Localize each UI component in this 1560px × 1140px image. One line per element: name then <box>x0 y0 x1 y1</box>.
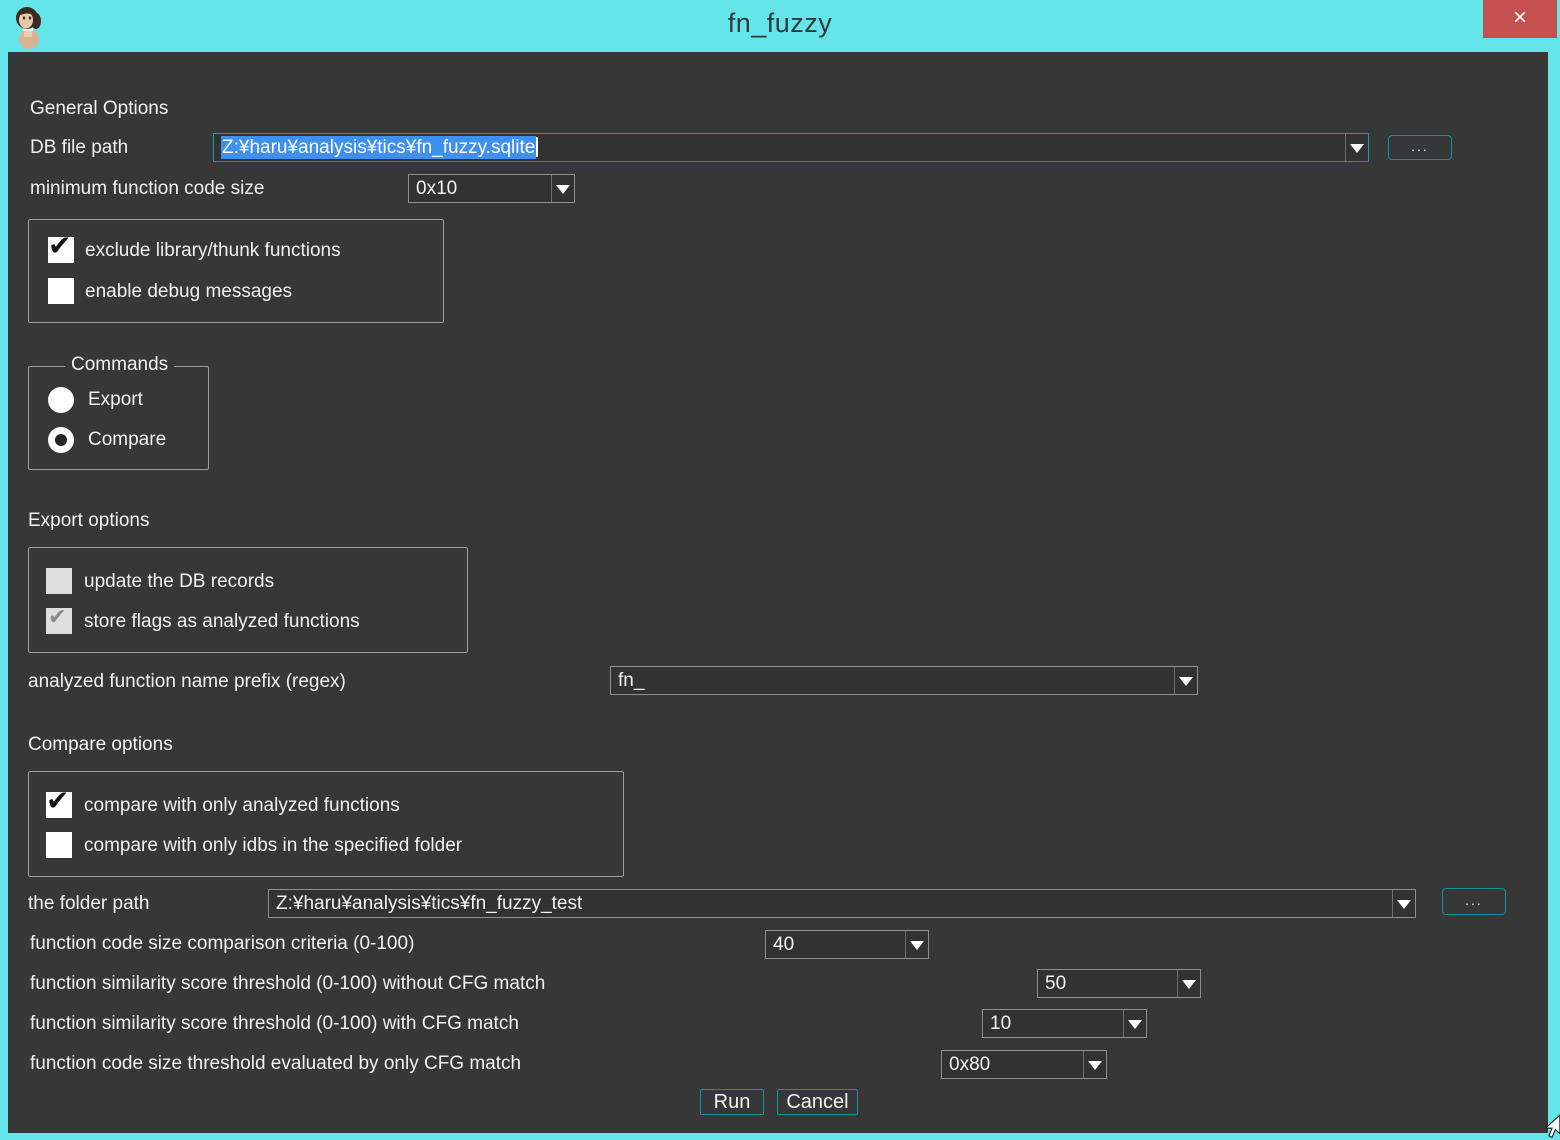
code-size-criteria-combobox[interactable]: 40 <box>765 930 929 959</box>
compare-idbs-label[interactable]: compare with only idbs in the specified … <box>84 835 462 857</box>
exclude-library-checkbox[interactable]: ✔ <box>48 237 74 263</box>
check-icon: ✔ <box>46 784 69 817</box>
size-threshold-cfg-label: function code size threshold evaluated b… <box>30 1053 521 1075</box>
check-icon: ✔ <box>48 605 66 630</box>
enable-debug-checkbox[interactable]: ✔ <box>48 278 74 304</box>
general-options-heading: General Options <box>30 98 168 120</box>
store-flags-checkbox: ✔ <box>46 608 72 634</box>
db-file-path-dropdown-button[interactable] <box>1345 134 1368 161</box>
update-db-records-checkbox: ✔ <box>46 568 72 594</box>
folder-path-combobox[interactable]: Z:¥haru¥analysis¥tics¥fn_fuzzy_test <box>268 889 1416 918</box>
folder-path-label: the folder path <box>28 893 149 915</box>
folder-path-value: Z:¥haru¥analysis¥tics¥fn_fuzzy_test <box>276 892 1387 916</box>
chevron-down-icon <box>556 185 570 194</box>
db-file-path-value: Z:¥haru¥analysis¥tics¥fn_fuzzy.sqlite <box>221 136 1340 160</box>
run-button[interactable]: Run <box>700 1089 764 1115</box>
db-file-path-browse-button[interactable]: ... <box>1388 135 1452 160</box>
update-db-records-label: update the DB records <box>84 571 274 593</box>
chevron-down-icon <box>1128 1020 1142 1029</box>
mouse-cursor-icon <box>1534 1114 1560 1140</box>
dialog-body: General Options DB file path Z:¥haru¥ana… <box>8 52 1548 1133</box>
prefix-combobox[interactable]: fn_ <box>610 666 1198 695</box>
export-radio[interactable] <box>48 387 74 413</box>
store-flags-label: store flags as analyzed functions <box>84 611 360 633</box>
similarity-with-cfg-dropdown-button[interactable] <box>1123 1010 1146 1037</box>
min-code-size-combobox[interactable]: 0x10 <box>408 174 575 203</box>
commands-group: Commands <box>28 366 209 470</box>
size-threshold-cfg-dropdown-button[interactable] <box>1083 1051 1106 1078</box>
general-checks-group <box>28 219 444 323</box>
prefix-dropdown-button[interactable] <box>1174 667 1197 694</box>
folder-path-browse-button[interactable]: ... <box>1442 888 1506 915</box>
similarity-without-cfg-dropdown-button[interactable] <box>1177 970 1200 997</box>
cancel-button[interactable]: Cancel <box>777 1089 858 1115</box>
export-options-heading: Export options <box>28 510 149 532</box>
window-title: fn_fuzzy <box>0 8 1560 39</box>
export-checks-group <box>28 547 468 653</box>
similarity-with-cfg-label: function similarity score threshold (0-1… <box>30 1013 519 1035</box>
similarity-without-cfg-label: function similarity score threshold (0-1… <box>30 973 545 995</box>
min-code-size-dropdown-button[interactable] <box>551 175 574 202</box>
chevron-down-icon <box>1182 980 1196 989</box>
folder-path-dropdown-button[interactable] <box>1392 890 1415 917</box>
min-code-size-label: minimum function code size <box>30 178 264 200</box>
code-size-criteria-value: 40 <box>773 933 900 957</box>
prefix-label: analyzed function name prefix (regex) <box>28 671 346 693</box>
title-bar[interactable]: fn_fuzzy × <box>0 0 1560 52</box>
export-radio-label[interactable]: Export <box>88 389 143 411</box>
size-threshold-cfg-value: 0x80 <box>949 1053 1078 1077</box>
chevron-down-icon <box>1088 1061 1102 1070</box>
chevron-down-icon <box>1350 144 1364 153</box>
chevron-down-icon <box>1179 677 1193 686</box>
compare-options-heading: Compare options <box>28 734 173 756</box>
min-code-size-value: 0x10 <box>416 177 546 201</box>
compare-radio-label[interactable]: Compare <box>88 429 166 451</box>
db-file-path-label: DB file path <box>30 137 128 159</box>
close-button[interactable]: × <box>1483 0 1557 38</box>
compare-analyzed-label[interactable]: compare with only analyzed functions <box>84 795 400 817</box>
similarity-without-cfg-combobox[interactable]: 50 <box>1037 969 1201 998</box>
commands-group-title: Commands <box>65 354 174 376</box>
chevron-down-icon <box>1397 900 1411 909</box>
code-size-criteria-label: function code size comparison criteria (… <box>30 933 414 955</box>
similarity-with-cfg-value: 10 <box>990 1012 1118 1036</box>
text-caret <box>536 137 538 157</box>
exclude-library-label[interactable]: exclude library/thunk functions <box>85 240 341 262</box>
size-threshold-cfg-combobox[interactable]: 0x80 <box>941 1050 1107 1079</box>
compare-checks-group <box>28 771 624 877</box>
code-size-criteria-dropdown-button[interactable] <box>905 931 928 958</box>
compare-radio[interactable] <box>48 427 74 453</box>
similarity-without-cfg-value: 50 <box>1045 972 1172 996</box>
fn-fuzzy-window: fn_fuzzy × General Options DB file path … <box>0 0 1560 1140</box>
db-file-path-combobox[interactable]: Z:¥haru¥analysis¥tics¥fn_fuzzy.sqlite <box>213 133 1369 162</box>
check-icon: ✔ <box>48 229 71 262</box>
compare-analyzed-checkbox[interactable]: ✔ <box>46 792 72 818</box>
similarity-with-cfg-combobox[interactable]: 10 <box>982 1009 1147 1038</box>
enable-debug-label[interactable]: enable debug messages <box>85 281 292 303</box>
chevron-down-icon <box>910 941 924 950</box>
compare-idbs-checkbox[interactable]: ✔ <box>46 832 72 858</box>
prefix-value: fn_ <box>618 669 1169 693</box>
